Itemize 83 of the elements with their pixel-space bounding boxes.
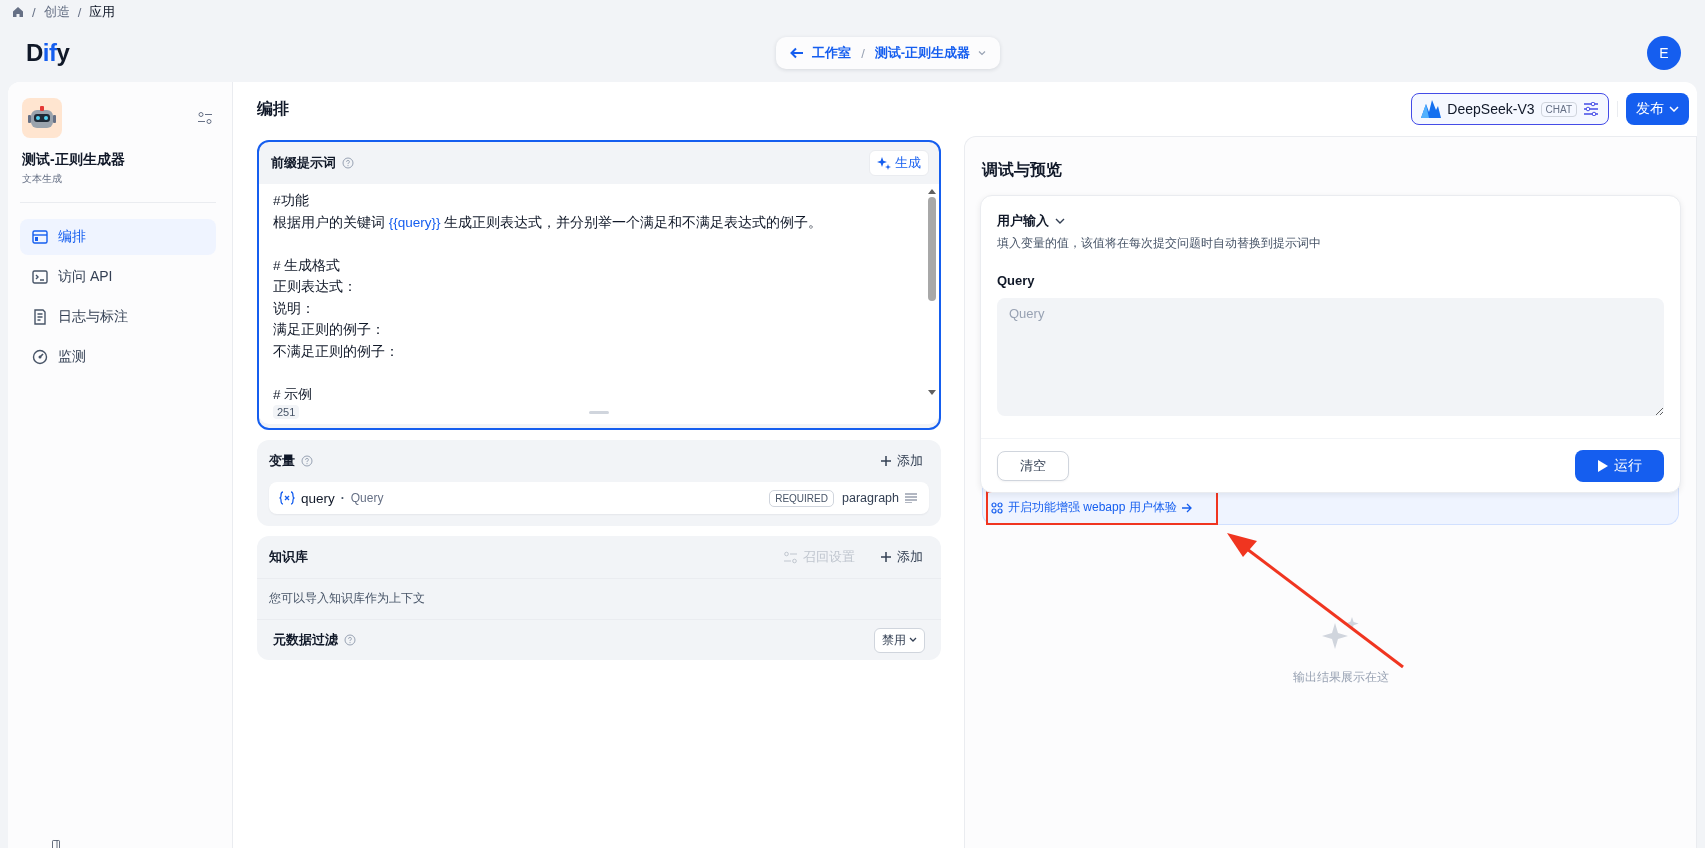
prompt-line: 不满足正则的例子： <box>273 342 400 361</box>
required-tag: REQUIRED <box>769 489 834 507</box>
plus-icon <box>881 456 891 466</box>
scroll-up-icon <box>928 188 936 194</box>
section-title: 元数据过滤 <box>273 631 338 649</box>
prompt-line: 说明： <box>273 299 316 318</box>
mountain-icon <box>1421 100 1442 118</box>
gauge-icon <box>32 349 48 365</box>
prompt-editor[interactable]: #功能 根据用户的关键词 {{query}} 生成正则表达式，并分别举一个满足和不满足表达式的例子。 # 生成格式 正则表达式： 说明： 满足正则的例子： 不满足正则的例子： # 示例 <box>259 184 939 400</box>
arrow-left-icon <box>790 47 805 59</box>
add-button[interactable]: 添加 <box>875 544 929 570</box>
home-icon[interactable] <box>12 6 24 18</box>
query-field[interactable]: Query <box>997 298 1664 416</box>
settings-icon <box>784 550 797 564</box>
model-name: DeepSeek-V3 <box>1447 101 1535 117</box>
sidebar-item[interactable]: 日志与标注 <box>20 299 216 335</box>
section-title: 知识库 <box>269 548 308 566</box>
sidebar-item[interactable]: 监测 <box>20 339 216 375</box>
chevron-down-icon <box>1669 106 1679 112</box>
section-title: 变量 <box>269 452 295 470</box>
metadata-filter-dropdown[interactable]: 禁用 <box>874 627 925 653</box>
document-icon <box>32 309 48 325</box>
chevron-down-icon <box>909 637 917 643</box>
prompt-line: # 生成格式 <box>273 256 342 275</box>
field-label: Query <box>997 273 1036 288</box>
user-avatar[interactable]: E <box>1647 36 1681 70</box>
dify-logo[interactable]: Dify <box>26 39 70 67</box>
arrow-right-icon <box>1181 502 1192 513</box>
user-input-toggle[interactable]: 用户输入 <box>997 212 1065 230</box>
breadcrumb-separator: / <box>77 4 82 20</box>
robot-icon <box>22 98 62 138</box>
panel-title: 调试与预览 <box>980 160 1063 180</box>
sidebar-item[interactable]: 访问 API <box>20 259 216 295</box>
help-icon <box>342 157 354 169</box>
chevron-down-icon <box>1055 218 1065 224</box>
help-icon <box>344 634 356 646</box>
breadcrumb-separator: / <box>861 45 865 61</box>
chevron-down-icon <box>978 50 987 56</box>
grid-icon <box>991 501 1003 514</box>
empty-output-text: 输出结果展示在这 <box>1292 668 1389 686</box>
plus-icon <box>881 552 891 562</box>
prompt-line: #功能 <box>273 192 310 210</box>
breadcrumb-link[interactable]: 创造 <box>43 3 70 21</box>
window-icon <box>32 229 48 245</box>
section-title: 前缀提示词 <box>271 154 336 172</box>
separator-dot: · <box>340 491 345 505</box>
variable-label: Query <box>350 491 384 505</box>
resize-handle[interactable] <box>589 410 610 414</box>
paragraph-icon <box>905 493 917 503</box>
scroll-down-icon <box>928 390 936 396</box>
prompt-line: 根据用户的关键词 {{query}} 生成正则表达式，并分别举一个满足和不满足表达式的例子。 <box>273 213 824 232</box>
breadcrumb-link[interactable]: 应用 <box>89 3 116 21</box>
app-switcher[interactable]: 测试-正则生成器 <box>874 44 987 62</box>
page-title: 编排 <box>257 98 289 119</box>
app-name: 测试-正则生成器 <box>22 151 126 169</box>
feature-link[interactable]: 开启功能增强 webapp 用户体验 <box>991 499 1192 516</box>
generate-button[interactable]: 生成 <box>869 150 929 176</box>
variable-row[interactable]: query · Query REQUIRED paragraph <box>269 482 929 514</box>
help-icon <box>301 455 313 467</box>
back-link[interactable]: 工作室 <box>790 44 852 62</box>
sparkle-icon <box>877 156 891 170</box>
breadcrumb-separator: / <box>32 4 36 20</box>
model-badge: CHAT <box>1540 101 1577 117</box>
prompt-line: 正则表达式： <box>273 278 358 296</box>
prompt-line: # 示例 <box>273 385 314 400</box>
add-button[interactable]: 添加 <box>875 448 929 474</box>
play-icon <box>1597 459 1609 473</box>
settings-icon[interactable] <box>198 111 212 125</box>
variable-name: query <box>301 490 335 506</box>
publish-button[interactable]: 发布 <box>1626 93 1689 125</box>
prompt-line: 满足正则的例子： <box>273 321 386 339</box>
knowledge-hint: 您可以导入知识库作为上下文 <box>257 579 941 620</box>
terminal-icon <box>32 269 48 285</box>
input-hint: 填入变量的值，该值将在每次提交问题时自动替换到提示词中 <box>997 236 1322 251</box>
sliders-icon <box>1583 102 1599 116</box>
run-button[interactable]: 运行 <box>1575 450 1664 482</box>
variable-icon <box>279 491 295 505</box>
clear-button[interactable]: 清空 <box>997 451 1069 481</box>
variable-type: paragraph <box>842 491 899 505</box>
model-selector[interactable]: DeepSeek-V3 CHAT <box>1411 93 1609 125</box>
app-type: 文本生成 <box>22 172 63 186</box>
sidebar-item[interactable]: 编排 <box>20 219 216 255</box>
character-count: 251 <box>273 405 300 419</box>
